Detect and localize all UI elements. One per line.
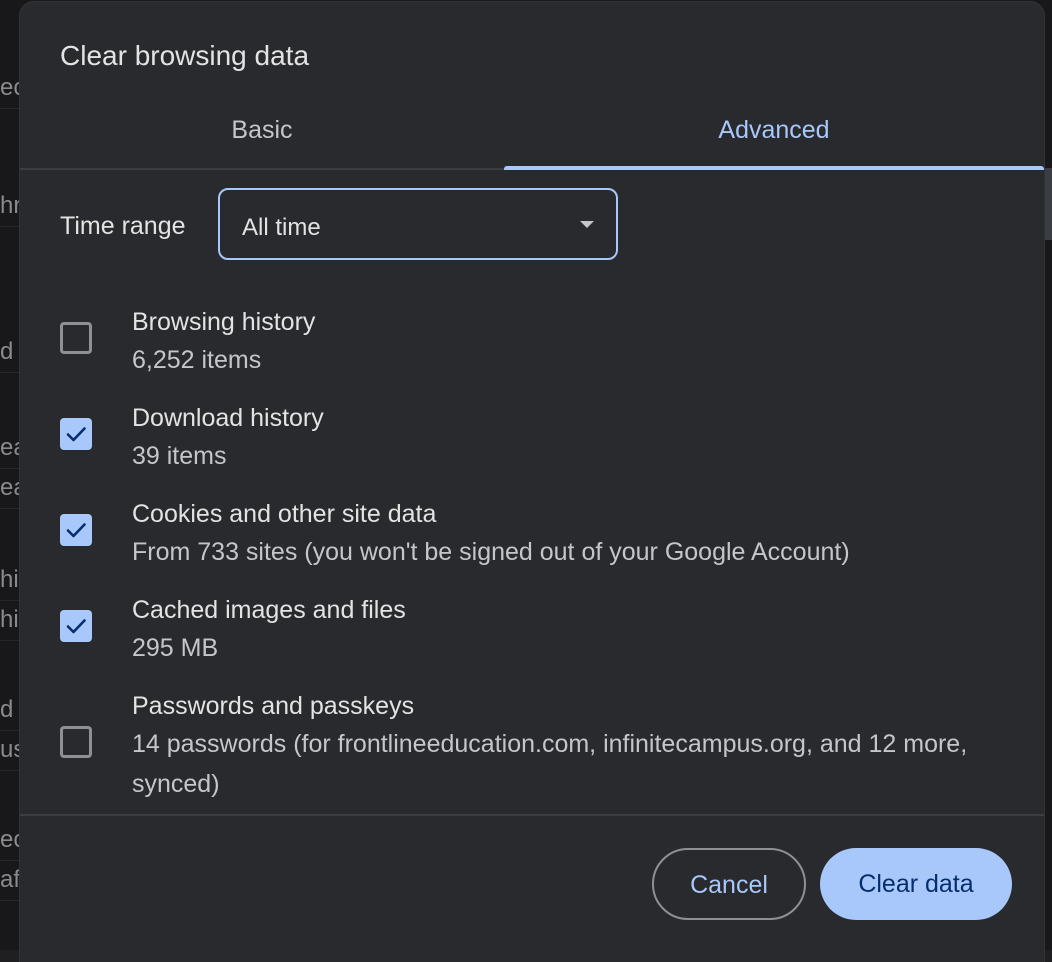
- checkmark-icon: [66, 427, 86, 442]
- option-title: Cookies and other site data: [132, 500, 437, 528]
- option-title: Browsing history: [132, 308, 316, 336]
- download-history-checkbox[interactable]: [60, 418, 92, 450]
- option-subtitle: 6,252 items: [132, 346, 262, 374]
- cached-images-checkbox[interactable]: [60, 610, 92, 642]
- browsing-history-checkbox[interactable]: [60, 322, 92, 354]
- time-range-label: Time range: [60, 212, 186, 240]
- checkmark-icon: [66, 619, 86, 634]
- clear-data-button[interactable]: Clear data: [820, 848, 1012, 920]
- option-subtitle: 39 items: [132, 442, 227, 470]
- time-range-value: All time: [242, 214, 321, 241]
- option-subtitle: 14 passwords (for frontlineeducation.com…: [132, 730, 968, 798]
- tab-bar: Basic Advanced: [20, 94, 1044, 170]
- option-subtitle: 295 MB: [132, 634, 219, 662]
- footer-divider: [20, 814, 1044, 816]
- active-tab-indicator: [504, 166, 1044, 170]
- time-range-select[interactable]: All time: [218, 188, 618, 260]
- chevron-down-icon: [580, 221, 594, 228]
- clear-browsing-data-dialog: Clear browsing data Basic Advanced Time …: [20, 2, 1044, 962]
- tab-advanced[interactable]: Advanced: [504, 94, 1044, 168]
- checkmark-icon: [66, 523, 86, 538]
- option-title: Download history: [132, 404, 324, 432]
- tab-basic[interactable]: Basic: [20, 94, 504, 168]
- option-title: Cached images and files: [132, 596, 406, 624]
- cancel-button[interactable]: Cancel: [652, 848, 806, 920]
- passwords-checkbox[interactable]: [60, 726, 92, 758]
- cookies-checkbox[interactable]: [60, 514, 92, 546]
- dialog-title: Clear browsing data: [60, 40, 310, 71]
- option-subtitle: From 733 sites (you won't be signed out …: [132, 538, 850, 566]
- option-title: Passwords and passkeys: [132, 692, 415, 720]
